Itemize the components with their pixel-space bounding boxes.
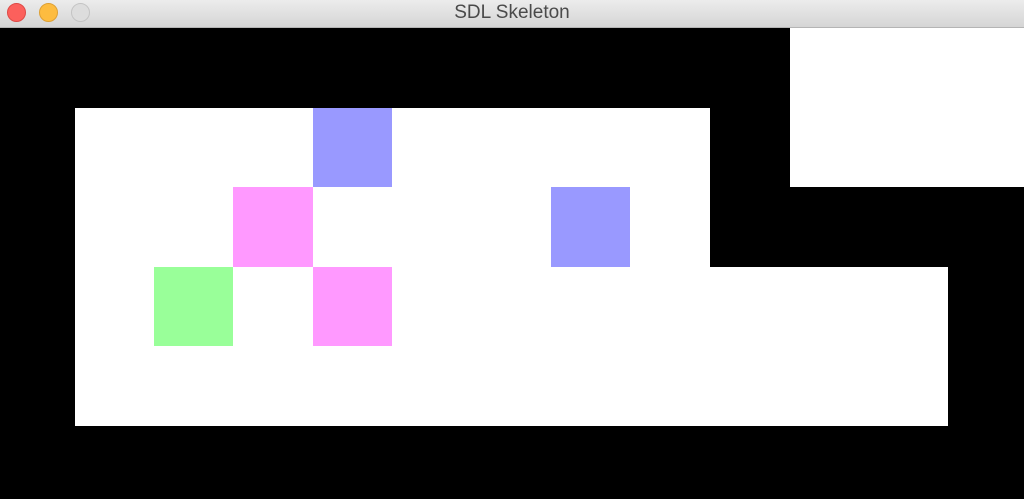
floor-region-top-right [790, 28, 1024, 187]
green-tile [154, 267, 233, 346]
pink-tile [313, 267, 392, 346]
blue-tile [313, 108, 392, 187]
sdl-window: SDL Skeleton [0, 0, 1024, 499]
game-canvas[interactable] [0, 28, 1024, 499]
window-title: SDL Skeleton [454, 2, 570, 23]
pink-tile [233, 187, 313, 267]
title-bar[interactable]: SDL Skeleton [0, 0, 1024, 28]
blue-tile [551, 187, 630, 267]
floor-region-lower-right [710, 267, 948, 426]
